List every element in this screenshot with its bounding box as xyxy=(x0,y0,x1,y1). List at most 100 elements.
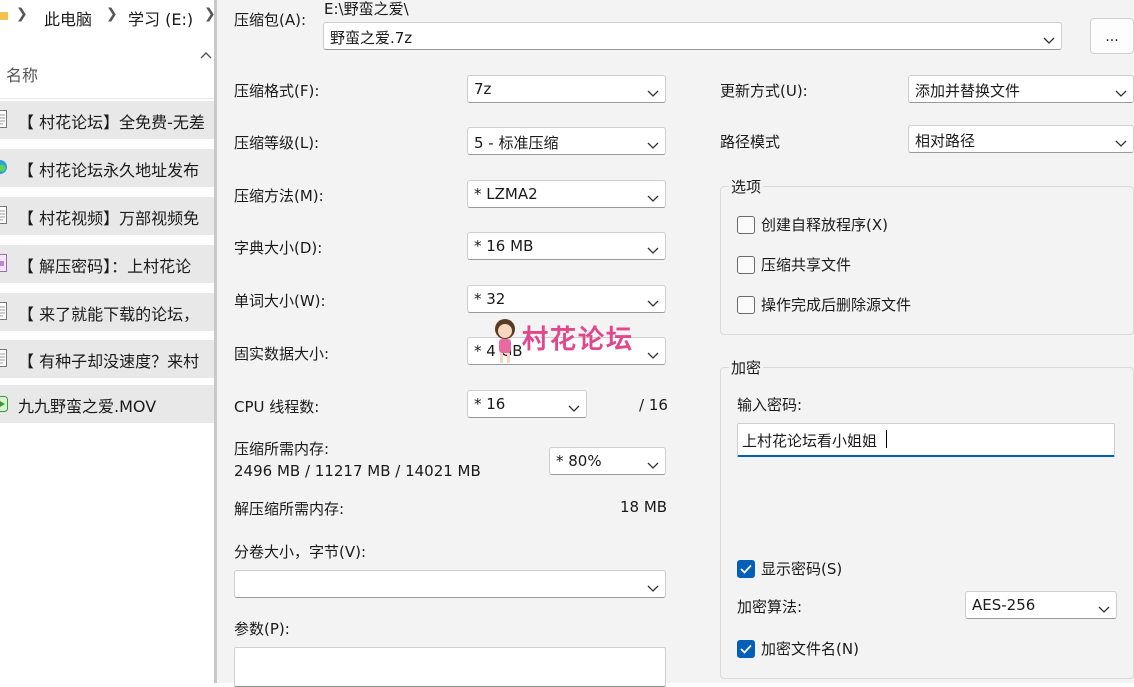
algo-label: 加密算法: xyxy=(737,598,803,616)
file-row[interactable]: 【 来了就能下载的论坛， xyxy=(0,293,216,331)
show-password-label: 显示密码(S) xyxy=(761,560,843,578)
volume-size-combo[interactable] xyxy=(234,570,666,598)
edge-browser-icon xyxy=(0,158,8,176)
password-input[interactable]: 上村花论坛看小姐姐 xyxy=(737,423,1115,457)
method-value: * LZMA2 xyxy=(474,185,538,203)
checkbox-empty-icon xyxy=(737,256,755,274)
chevron-down-icon xyxy=(647,189,659,202)
decomp-value: 18 MB xyxy=(620,498,668,516)
chevron-down-icon xyxy=(1098,600,1110,613)
breadcrumb-drive-e[interactable]: 学习 (E:) xyxy=(128,6,193,30)
file-name: 【 来了就能下载的论坛， xyxy=(18,305,200,324)
text-file-icon xyxy=(0,302,7,320)
browse-button[interactable]: ... xyxy=(1090,18,1134,54)
params-input[interactable] xyxy=(234,647,666,687)
breadcrumb-this-pc[interactable]: 此电脑 xyxy=(44,6,92,30)
column-header-name[interactable]: 名称 xyxy=(0,44,216,99)
dict-value: * 16 MB xyxy=(474,237,534,255)
column-header-label: 名称 xyxy=(6,66,39,85)
cpu-value: * 16 xyxy=(474,395,506,413)
file-explorer-pane: ❯ 此电脑 ❯ 学习 (E:) ❯ 名称 【 村花论坛】全免费-无差 【 村花论… xyxy=(0,0,216,683)
add-to-archive-dialog: 压缩包(A): E:\野蛮之爱\ 野蛮之爱.7z ... 压缩格式(F): 7z… xyxy=(217,0,1134,687)
breadcrumb: ❯ 此电脑 ❯ 学习 (E:) ❯ xyxy=(0,0,216,32)
chevron-down-icon xyxy=(647,84,659,97)
option-shared-label: 压缩共享文件 xyxy=(761,256,852,274)
mem-percent-value: * 80% xyxy=(556,452,602,470)
mem-label: 压缩所需内存: xyxy=(234,440,330,458)
checkbox-checked-icon xyxy=(737,560,755,578)
word-label: 单词大小(W): xyxy=(234,292,326,310)
file-name: 【 村花论坛】全免费-无差 xyxy=(18,113,205,132)
algo-value: AES-256 xyxy=(972,596,1036,614)
file-row[interactable]: 【 有种子却没速度？来村 xyxy=(0,340,216,378)
archive-name-combo[interactable]: 野蛮之爱.7z xyxy=(323,22,1062,50)
file-name: 【 村花视频】万部视频免 xyxy=(18,209,200,228)
video-file-icon xyxy=(0,395,8,413)
cpu-threads-combo[interactable]: * 16 xyxy=(467,390,587,418)
encrypt-names-label: 加密文件名(N) xyxy=(761,640,859,658)
text-cursor xyxy=(886,430,887,448)
chevron-down-icon xyxy=(1115,84,1127,97)
chevron-down-icon xyxy=(647,579,659,592)
file-row[interactable]: 【 解压密码】：上村花论 xyxy=(0,245,216,283)
path-mode-combo[interactable]: 相对路径 xyxy=(908,125,1134,153)
checkbox-checked-icon xyxy=(737,640,755,658)
chevron-right-icon: ❯ xyxy=(106,6,118,22)
algo-combo[interactable]: AES-256 xyxy=(965,591,1117,619)
text-file-icon xyxy=(0,349,7,367)
chevron-down-icon xyxy=(647,294,659,307)
params-label: 参数(P): xyxy=(234,620,290,638)
chevron-down-icon xyxy=(1115,134,1127,147)
encryption-group-title: 加密 xyxy=(729,357,764,378)
text-file-icon xyxy=(0,110,7,128)
cartoon-girl-icon xyxy=(495,319,515,363)
checkbox-empty-icon xyxy=(737,296,755,314)
chevron-down-icon xyxy=(647,456,659,469)
text-file-icon xyxy=(0,206,7,224)
file-row[interactable]: 【 村花论坛】全免费-无差 xyxy=(0,101,216,139)
method-combo[interactable]: * LZMA2 xyxy=(467,180,666,208)
cpu-total: / 16 xyxy=(639,396,668,414)
file-name: 【 有种子却没速度？来村 xyxy=(18,352,200,371)
chevron-down-icon xyxy=(647,241,659,254)
options-group: 选项 创建自释放程序(X) 压缩共享文件 操作完成后删除源文件 xyxy=(720,176,1134,335)
file-name: 九九野蛮之爱.MOV xyxy=(18,397,157,416)
option-delete-label: 操作完成后删除源文件 xyxy=(761,296,912,314)
path-value: 相对路径 xyxy=(915,132,976,150)
archive-path-text: E:\野蛮之爱\ xyxy=(324,0,409,18)
encryption-group: 加密 输入密码: 上村花论坛看小姐姐 显示密码(S) 加密算法: AES-256… xyxy=(720,357,1134,679)
password-value: 上村花论坛看小姐姐 xyxy=(742,432,878,450)
format-label: 压缩格式(F): xyxy=(234,82,320,100)
watermark-text: 村花论坛 xyxy=(522,325,635,355)
file-name: 【 村花论坛永久地址发布 xyxy=(18,161,200,180)
archive-icon xyxy=(0,254,7,272)
update-mode-combo[interactable]: 添加并替换文件 xyxy=(908,75,1134,103)
method-label: 压缩方法(M): xyxy=(234,187,324,205)
watermark-logo: 村花论坛 xyxy=(490,315,650,367)
chevron-down-icon xyxy=(1043,31,1055,44)
level-value: 5 - 标准压缩 xyxy=(474,134,559,152)
level-combo[interactable]: 5 - 标准压缩 xyxy=(467,127,666,155)
chevron-down-icon xyxy=(568,399,580,412)
word-size-combo[interactable]: * 32 xyxy=(467,285,666,313)
file-name: 【 解压密码】：上村花论 xyxy=(18,257,192,276)
dict-label: 字典大小(D): xyxy=(234,239,323,257)
mem-percent-combo[interactable]: * 80% xyxy=(549,447,666,475)
update-value: 添加并替换文件 xyxy=(915,82,1021,100)
browse-button-label: ... xyxy=(1105,29,1119,45)
archive-name-value: 野蛮之爱.7z xyxy=(330,29,413,47)
archive-label: 压缩包(A): xyxy=(234,11,307,29)
update-label: 更新方式(U): xyxy=(720,82,808,100)
option-sfx-label: 创建自释放程序(X) xyxy=(761,216,888,234)
dict-size-combo[interactable]: * 16 MB xyxy=(467,232,666,260)
volume-label: 分卷大小，字节(V): xyxy=(234,543,367,561)
folder-icon xyxy=(0,7,8,25)
format-combo[interactable]: 7z xyxy=(467,75,666,103)
file-row[interactable]: 【 村花论坛永久地址发布 xyxy=(0,149,216,187)
file-row[interactable]: 【 村花视频】万部视频免 xyxy=(0,197,216,235)
path-label: 路径模式 xyxy=(720,133,781,151)
file-row[interactable]: 九九野蛮之爱.MOV xyxy=(0,385,216,423)
level-label: 压缩等级(L): xyxy=(234,134,320,152)
mem-value: 2496 MB / 11217 MB / 14021 MB xyxy=(234,462,481,480)
chevron-right-icon: ❯ xyxy=(16,6,28,22)
